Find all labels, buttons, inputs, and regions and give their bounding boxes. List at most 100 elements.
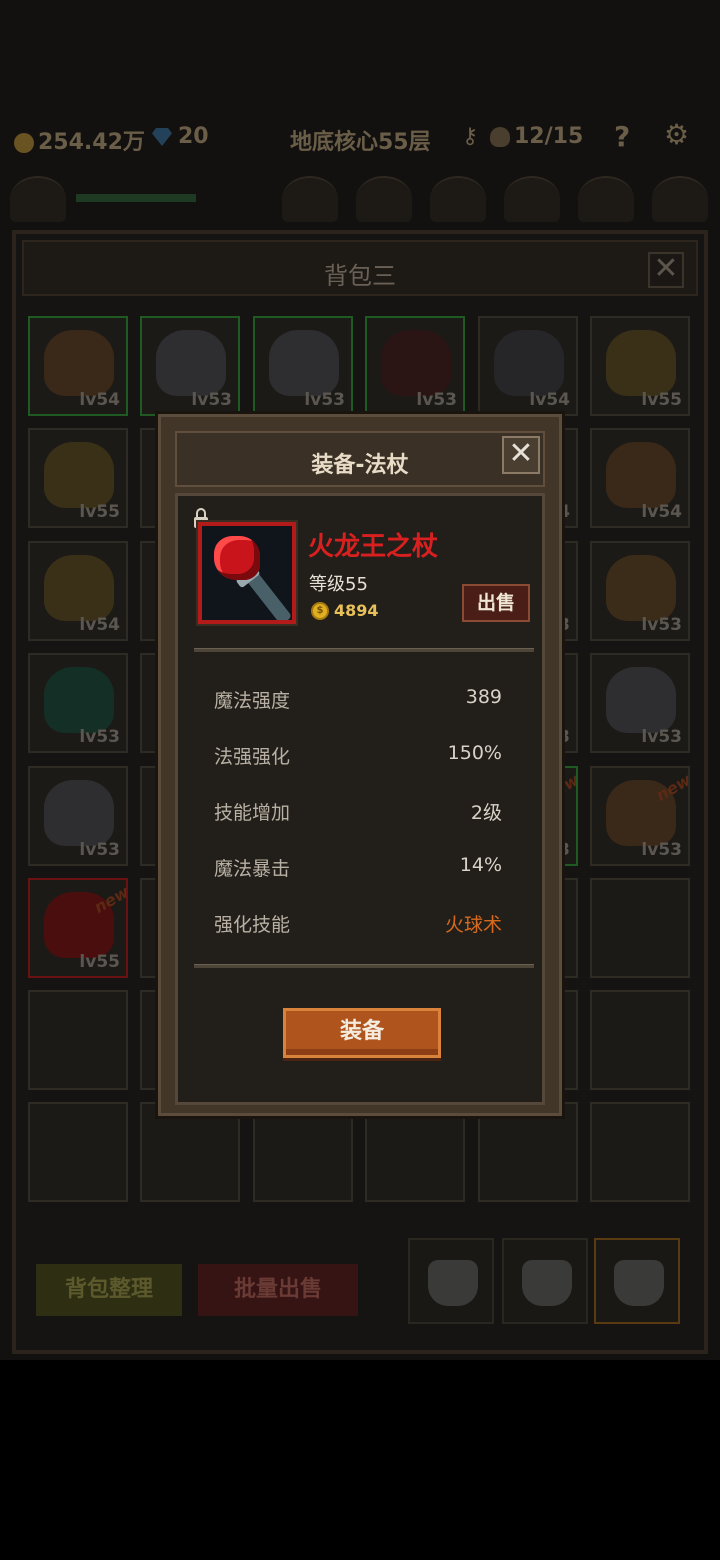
inventory-slot[interactable] [28, 990, 128, 1090]
stat-label: 魔法强度 [214, 690, 291, 712]
equipment-icon [606, 330, 676, 396]
backpack-icon [522, 1260, 572, 1306]
slot-level: lv53 [79, 840, 120, 860]
hero-portrait[interactable] [282, 176, 338, 222]
item-detail-dialog: 装备-法杖 ✕ 火龙王之杖 等级55 $ 4894 出售 魔法强度 389 法强强化… [158, 414, 562, 1116]
stat-row: 魔法强度 389 [214, 686, 502, 716]
hero-portrait[interactable] [578, 176, 634, 222]
item-icon-frame [198, 522, 296, 624]
divider [194, 648, 534, 652]
inventory-slot[interactable]: lv54 [590, 428, 690, 528]
slot-level: lv54 [529, 390, 570, 410]
bulk-sell-button[interactable]: 批量出售 [198, 1264, 358, 1316]
hero-portrait[interactable] [10, 176, 66, 222]
slot-level: lv54 [641, 502, 682, 522]
staff-icon [202, 526, 292, 620]
stat-label: 法强强化 [214, 746, 291, 768]
inventory-slot[interactable]: lv53 [28, 653, 128, 753]
equipment-icon [44, 667, 114, 733]
hero-hp-bar [76, 194, 196, 202]
inventory-slot[interactable]: lv53 [590, 541, 690, 641]
bag-tab-2[interactable] [502, 1238, 588, 1324]
hero-portrait[interactable] [430, 176, 486, 222]
inventory-slot[interactable]: new lv55 [28, 878, 128, 978]
gem-counter: 20 [152, 124, 209, 149]
inventory-slot[interactable]: lv53 [365, 316, 465, 416]
inventory-slot[interactable]: lv54 [28, 541, 128, 641]
slot-level: lv53 [416, 390, 457, 410]
inventory-slot[interactable]: lv54 [478, 316, 578, 416]
item-name: 火龙王之杖 [308, 532, 439, 562]
backpack-title: 背包三 [324, 262, 396, 290]
dialog-close-button[interactable]: ✕ [502, 436, 540, 474]
inventory-slot[interactable] [253, 1102, 353, 1202]
backpack-icon [428, 1260, 478, 1306]
equipment-icon [494, 330, 564, 396]
dialog-title: 装备-法杖 [311, 453, 409, 478]
slot-level: lv54 [79, 390, 120, 410]
equipment-icon [44, 555, 114, 621]
backpack-close-button[interactable]: ✕ [648, 252, 684, 288]
inventory-slot[interactable] [28, 1102, 128, 1202]
hero-portrait[interactable] [652, 176, 708, 222]
stat-value: 150% [447, 742, 502, 764]
dialog-header: 装备-法杖 [175, 431, 545, 487]
slot-level: lv55 [79, 502, 120, 522]
inventory-slot[interactable] [478, 1102, 578, 1202]
help-button[interactable]: ? [614, 120, 630, 153]
slot-level: lv55 [641, 390, 682, 410]
equipment-icon [606, 555, 676, 621]
gem-icon [152, 128, 172, 146]
inventory-slot[interactable]: new lv53 [590, 766, 690, 866]
slot-level: lv53 [191, 390, 232, 410]
hero-portrait[interactable] [504, 176, 560, 222]
stat-row: 技能增加 2级 [214, 798, 502, 828]
equipment-icon [381, 330, 451, 396]
stat-row: 魔法暴击 14% [214, 854, 502, 884]
backpack-header: 背包三 ✕ [22, 240, 698, 296]
equipment-icon [606, 667, 676, 733]
inventory-slot[interactable]: lv55 [590, 316, 690, 416]
inventory-slot[interactable]: lv54 [28, 316, 128, 416]
inventory-slot[interactable] [590, 1102, 690, 1202]
inventory-slot[interactable]: lv55 [28, 428, 128, 528]
stat-value: 2级 [470, 802, 502, 824]
dungeon-floor: 地底核心55层 [290, 130, 431, 155]
hero-portrait[interactable] [356, 176, 412, 222]
stat-row: 法强强化 150% [214, 742, 502, 772]
inventory-slot[interactable] [590, 990, 690, 1090]
bag-tab-3[interactable] [594, 1238, 680, 1324]
item-price: 4894 [334, 601, 379, 620]
inventory-slot[interactable] [140, 1102, 240, 1202]
gold-coin-icon: $ [311, 602, 329, 620]
sort-backpack-button[interactable]: 背包整理 [36, 1264, 182, 1316]
skull-amount: 12/15 [514, 124, 584, 149]
inventory-slot[interactable]: lv53 [590, 653, 690, 753]
equip-button[interactable]: 装备 [283, 1008, 441, 1058]
inventory-slot[interactable]: lv53 [28, 766, 128, 866]
equipment-icon [606, 442, 676, 508]
equipment-icon [44, 442, 114, 508]
equipment-icon [156, 330, 226, 396]
equipment-icon [44, 330, 114, 396]
item-level: 等级55 [309, 574, 368, 595]
inventory-slot[interactable]: lv53 [253, 316, 353, 416]
enhanced-skill-value: 火球术 [444, 914, 502, 936]
slot-level: lv53 [304, 390, 345, 410]
equipment-icon [44, 780, 114, 846]
settings-gear-icon[interactable]: ⚙ [664, 118, 689, 151]
slot-level: lv54 [79, 615, 120, 635]
gold-counter: 254.42万 [14, 124, 145, 156]
inventory-slot[interactable] [590, 878, 690, 978]
staff-gem [214, 536, 260, 580]
dialog-body: 火龙王之杖 等级55 $ 4894 出售 魔法强度 389 法强强化 150% 技能增加… [175, 493, 545, 1105]
inventory-slot[interactable] [365, 1102, 465, 1202]
stat-value: 389 [465, 686, 502, 708]
slot-level: lv53 [641, 727, 682, 747]
gold-amount: 254.42万 [38, 130, 145, 155]
inventory-slot[interactable]: lv53 [140, 316, 240, 416]
sell-button[interactable]: 出售 [462, 584, 530, 622]
slot-level: lv53 [641, 840, 682, 860]
bag-tab-1[interactable] [408, 1238, 494, 1324]
skull-icon [490, 127, 510, 147]
